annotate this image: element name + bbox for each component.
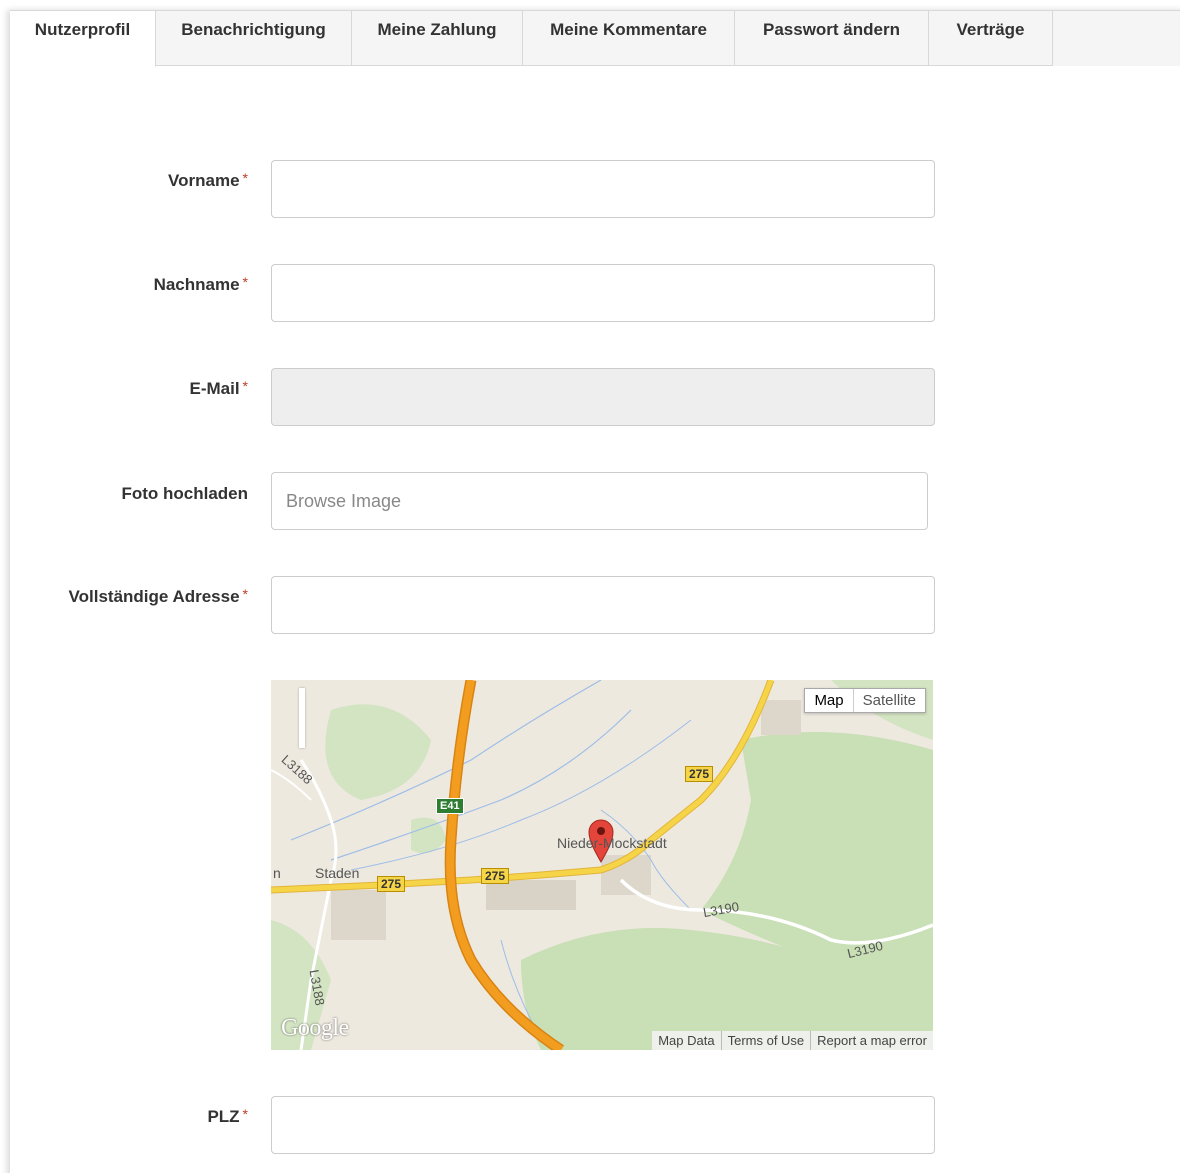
tab-benachrichtigung[interactable]: Benachrichtigung [156, 10, 352, 66]
required-marker: * [242, 170, 248, 186]
lastname-label: Nachname * [153, 274, 248, 294]
profile-panel: Nutzerprofil Benachrichtigung Meine Zahl… [10, 10, 1180, 1173]
email-field[interactable] [271, 368, 935, 426]
address-label: Vollständige Adresse * [68, 586, 248, 606]
tab-label: Passwort ändern [763, 20, 900, 39]
email-label: E-Mail * [189, 378, 248, 398]
tab-passwort-aendern[interactable]: Passwort ändern [735, 10, 929, 66]
map-place-label: Nieder-Mockstadt [557, 835, 667, 851]
tab-vertraege[interactable]: Verträge [929, 10, 1053, 66]
motorway-badge: E41 [436, 798, 464, 814]
required-marker: * [242, 1106, 248, 1122]
map-data-link[interactable]: Map Data [652, 1031, 720, 1050]
zip-label: PLZ * [207, 1106, 248, 1126]
road-badge: 275 [481, 868, 510, 884]
required-marker: * [242, 586, 248, 602]
tab-label: Meine Kommentare [550, 20, 707, 39]
required-marker: * [242, 274, 248, 290]
tab-label: Meine Zahlung [377, 20, 497, 39]
tab-meine-zahlung[interactable]: Meine Zahlung [352, 10, 523, 66]
map-place-label: Staden [315, 865, 360, 881]
tab-meine-kommentare[interactable]: Meine Kommentare [523, 10, 735, 66]
map-view-button[interactable]: Map [805, 689, 854, 712]
firstname-label: Vorname * [168, 170, 248, 190]
google-logo: Google [281, 1015, 349, 1041]
zip-field[interactable] [271, 1096, 935, 1154]
tab-bar-filler [1053, 10, 1180, 66]
address-map[interactable]: Nieder-Mockstadt Staden n 275 275 275 E4… [271, 680, 933, 1050]
terms-of-use-link[interactable]: Terms of Use [720, 1031, 811, 1050]
photo-label: Foto hochladen [121, 484, 248, 503]
address-field[interactable] [271, 576, 935, 634]
tab-label: Benachrichtigung [181, 20, 326, 39]
photo-upload-field[interactable] [271, 472, 928, 530]
map-canvas [271, 680, 933, 1050]
tab-bar: Nutzerprofil Benachrichtigung Meine Zahl… [10, 10, 1180, 67]
map-place-label: n [273, 865, 281, 881]
report-map-error-link[interactable]: Report a map error [810, 1031, 933, 1050]
required-marker: * [242, 378, 248, 394]
map-type-control: Map Satellite [804, 688, 926, 713]
tab-nutzerprofil[interactable]: Nutzerprofil [10, 10, 156, 67]
tab-label: Nutzerprofil [34, 20, 131, 39]
road-badge: 275 [685, 766, 714, 782]
firstname-field[interactable] [271, 160, 935, 218]
road-badge: 275 [377, 876, 406, 892]
satellite-view-button[interactable]: Satellite [854, 689, 925, 712]
tab-label: Verträge [956, 20, 1025, 39]
map-footer: Map Data Terms of Use Report a map error [652, 1031, 933, 1050]
lastname-field[interactable] [271, 264, 935, 322]
map-zoom-control[interactable] [299, 688, 305, 748]
